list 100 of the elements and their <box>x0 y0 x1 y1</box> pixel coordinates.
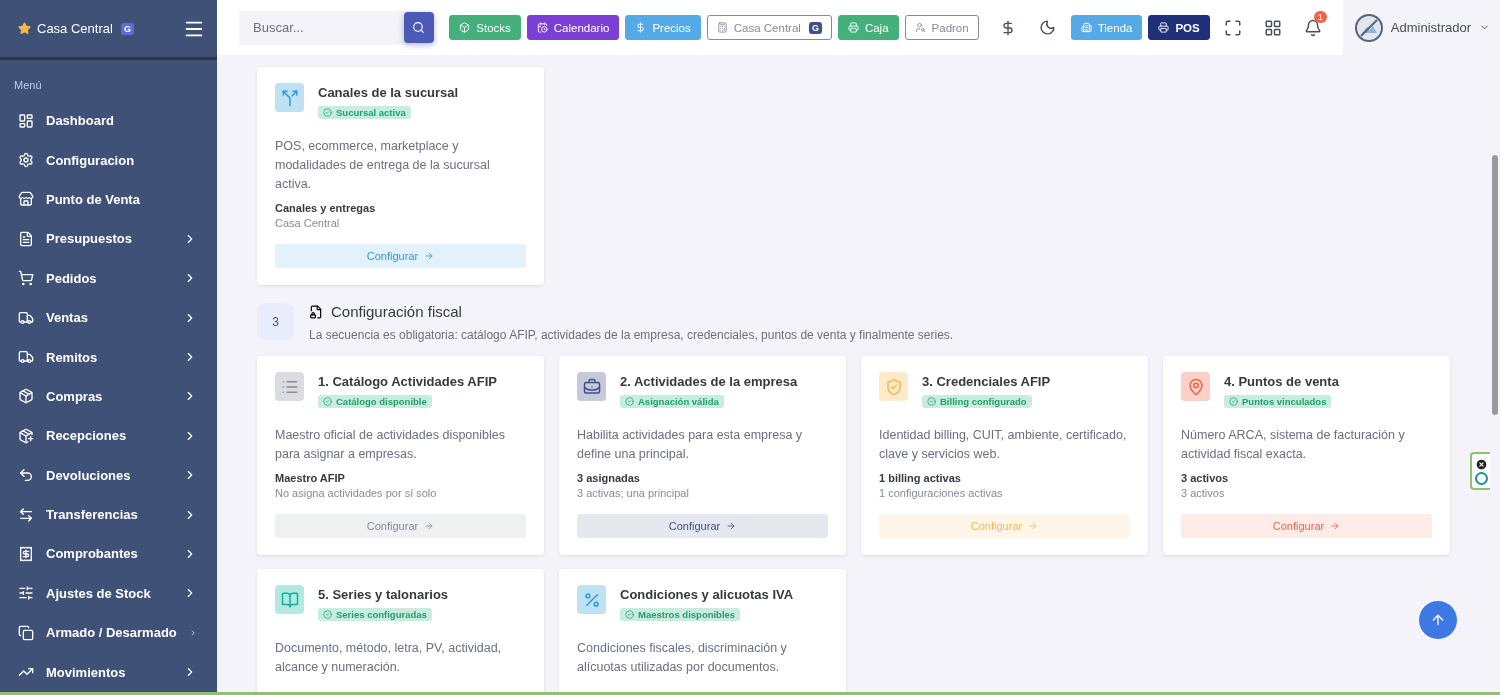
meta-title: Maestro AFIP <box>275 472 346 484</box>
calculator-icon <box>716 22 728 33</box>
card-title: Condiciones y alicuotas IVA <box>620 587 794 602</box>
card-title: 1. Catálogo Actividades AFIP <box>318 374 497 389</box>
section-subtitle: La secuencia es obligatoria: catálogo AFIP, actividades de la empresa, credenciales, puntos de venta y finalmente series. <box>309 328 954 342</box>
arrow-right-icon <box>424 251 435 261</box>
user-search-icon <box>914 22 926 33</box>
extension-icon[interactable] <box>1474 471 1488 485</box>
check-circle-icon <box>323 610 332 619</box>
bell-icon <box>1303 18 1322 37</box>
copy-icon <box>18 624 34 641</box>
arrow-right-icon <box>1330 521 1341 531</box>
user-menu[interactable]: Administrador <box>1342 0 1490 55</box>
configure-button[interactable]: Configurar <box>577 514 828 538</box>
nav-item[interactable]: Recepciones <box>0 416 217 456</box>
card-title: 5. Series y talonarios <box>318 587 449 602</box>
status-tag: Sucursal activa <box>318 106 411 119</box>
check-circle-icon <box>1229 397 1238 406</box>
nav-item[interactable]: Punto de Venta <box>0 179 217 220</box>
receipt-icon <box>18 546 34 562</box>
notification-count: 1 <box>1313 10 1327 23</box>
arrow-right-icon <box>726 521 737 531</box>
card-title: 2. Actividades de la empresa <box>620 374 798 389</box>
card-title: 4. Puntos de venta <box>1224 374 1339 389</box>
box-icon <box>18 388 34 405</box>
arrow-right-icon <box>424 521 435 531</box>
brand-name: Casa Central <box>37 21 113 36</box>
search-icon <box>412 21 426 34</box>
check-circle-icon <box>927 397 936 406</box>
undo-icon <box>18 467 34 484</box>
branch-badge: G <box>120 22 134 35</box>
nav-item[interactable]: Compras <box>0 376 217 417</box>
quick-button[interactable]: Padron <box>904 15 979 40</box>
status-tag: Puntos vinculados <box>1224 395 1332 408</box>
search-field[interactable]: Buscar... <box>239 10 412 45</box>
card-description: Maestro oficial de actividades disponibles para asignar a empresas. <box>275 427 506 463</box>
check-circle-icon <box>625 610 634 619</box>
nav-item[interactable]: Ajustes de Stock <box>0 573 217 614</box>
document-icon <box>18 230 34 247</box>
calendar-icon <box>536 22 548 33</box>
meta-detail: 1 configuraciones activas <box>879 487 1004 499</box>
meta-title: 1 billing activas <box>879 472 962 484</box>
arrow-right-icon <box>1028 521 1039 531</box>
card-description: Condiciones fiscales, discriminación y alícuotas utilizadas por documentos. <box>577 640 788 676</box>
card-title: Canales de la sucursal <box>318 85 459 100</box>
section-title: Configuración fiscal <box>331 303 462 320</box>
meta-detail: No asigna actividades por sí solo <box>275 487 438 499</box>
box-plus-icon <box>18 427 34 444</box>
status-tag: Catálogo disponible <box>318 395 432 408</box>
meta-detail: 3 activos <box>1181 487 1226 499</box>
card-description: Documento, método, letra, PV, actividad, alcance y numeración. <box>275 640 503 676</box>
check-circle-icon <box>323 397 332 406</box>
box-icon <box>459 22 471 33</box>
card-description: Habilita actividades para esta empresa y define una principal. <box>577 427 804 463</box>
check-circle-icon <box>323 108 332 117</box>
menu-section-title: Menú <box>13 78 43 93</box>
status-tag: Billing configurado <box>922 395 1032 408</box>
status-tag: Series configuradas <box>318 608 432 621</box>
extension-widget[interactable] <box>1470 452 1490 490</box>
avatar <box>1354 13 1383 42</box>
gear-icon <box>18 152 34 169</box>
cart-icon <box>18 270 34 287</box>
card-description: Identidad billing, CUIT, ambiente, certificado, clave y servicios web. <box>879 427 1128 463</box>
nav-item[interactable]: Armado / Desarmado <box>0 613 217 653</box>
card-description: Número ARCA, sistema de facturación y actividad fiscal exacta. <box>1181 427 1406 463</box>
card-description: POS, ecommerce, marketplace y modalidades de entrega de la sucursal activa. <box>275 138 491 193</box>
card-title: 3. Credenciales AFIP <box>922 374 1051 389</box>
nav-item[interactable]: Pedidos <box>0 258 217 298</box>
nav-item[interactable]: Transferencias <box>0 494 217 535</box>
truck-icon <box>18 349 34 366</box>
star-icon <box>18 22 31 35</box>
quick-button[interactable]: Calendario <box>526 15 620 40</box>
meta-detail: 3 activas; una principal <box>577 487 690 499</box>
close-icon[interactable] <box>1474 457 1488 471</box>
status-tag: Maestros disponibles <box>620 608 741 621</box>
document-lock-icon <box>309 304 323 319</box>
mode-button[interactable]: POS <box>1148 15 1210 40</box>
truck-icon <box>18 309 34 326</box>
nav-item[interactable]: Comprobantes <box>0 534 217 574</box>
dollar-icon <box>635 22 647 33</box>
nav-item[interactable]: Configuracion <box>0 140 217 180</box>
meta-title: Canales y entregas <box>275 202 377 214</box>
meta-detail: Casa Central <box>275 217 341 229</box>
meta-title: 3 activos <box>1181 472 1230 484</box>
dashboard-icon <box>18 112 34 129</box>
nav-item[interactable]: Devoluciones <box>0 455 217 495</box>
quick-button[interactable]: Casa Central G <box>706 15 832 40</box>
status-tag: Asignación válida <box>620 395 724 408</box>
scroll-top-button[interactable] <box>1419 601 1457 639</box>
nav-item[interactable]: Presupuestos <box>0 219 217 259</box>
sliders-icon <box>18 585 34 602</box>
meta-title: 3 asignadas <box>577 472 641 484</box>
nav-item[interactable]: Movimientos <box>0 652 217 692</box>
store-icon <box>18 191 34 208</box>
nav-item[interactable]: Dashboard <box>0 101 217 141</box>
check-circle-icon <box>625 397 634 406</box>
step-number: 3 <box>257 303 294 340</box>
nav-item[interactable]: Remitos <box>0 337 217 377</box>
building-icon <box>1080 22 1092 33</box>
nav-item[interactable]: Ventas <box>0 297 217 338</box>
